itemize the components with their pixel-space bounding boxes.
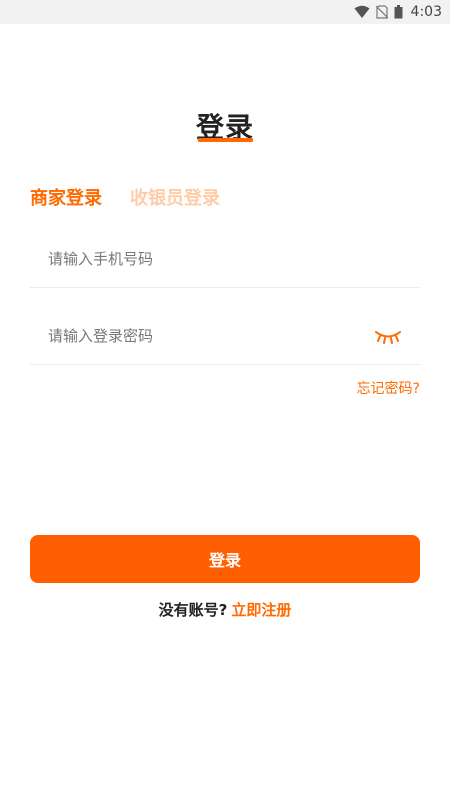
register-prompt: 没有账号?	[158, 601, 228, 619]
tab-cashier-login[interactable]: 收银员登录	[130, 184, 220, 210]
phone-input[interactable]	[30, 230, 420, 287]
no-sim-icon	[375, 5, 388, 19]
title-underline	[198, 138, 253, 142]
login-screen: 4:03 登录 商家登录 收银员登录 忘记密码? 登录 没有账号?立即注册	[0, 0, 450, 800]
eye-closed-icon[interactable]	[374, 329, 402, 345]
register-link[interactable]: 立即注册	[231, 601, 291, 619]
password-field	[30, 307, 420, 365]
forgot-password-link[interactable]: 忘记密码?	[357, 378, 420, 398]
phone-field	[30, 230, 420, 288]
status-bar: 4:03	[0, 0, 450, 24]
status-time: 4:03	[410, 4, 442, 20]
register-row: 没有账号? 立即注册	[0, 599, 450, 620]
tab-merchant-login[interactable]: 商家登录	[30, 184, 102, 210]
password-input[interactable]	[30, 307, 420, 364]
login-button[interactable]: 登录	[30, 535, 420, 583]
battery-icon	[394, 5, 403, 19]
wifi-icon	[354, 5, 370, 19]
